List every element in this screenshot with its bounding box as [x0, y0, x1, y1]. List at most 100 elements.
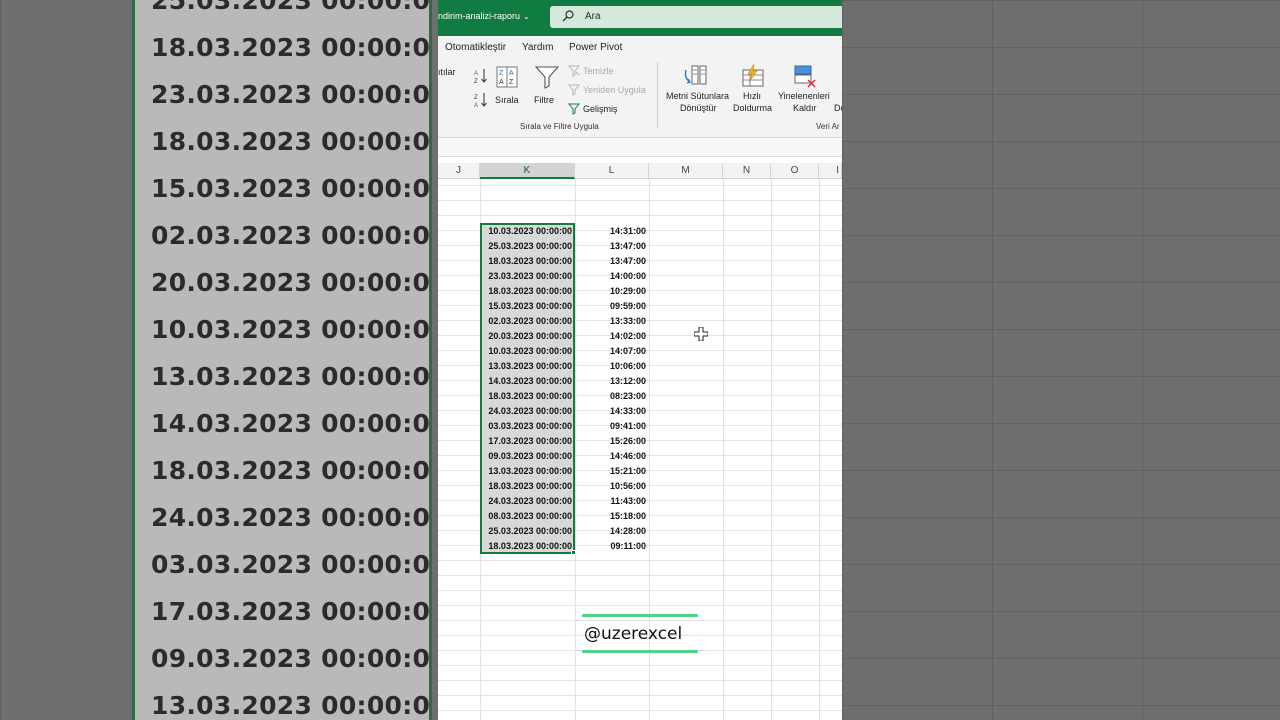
column-header-j[interactable]: J [438, 163, 480, 179]
cell-l[interactable]: 14:02:00 [576, 329, 648, 344]
cell-l[interactable]: 09:41:00 [576, 419, 648, 434]
cell-k[interactable]: 02.03.2023 00:00:00 [482, 314, 574, 329]
cell-k[interactable]: 10.03.2023 00:00:00 [482, 224, 574, 239]
watermark-bottom-bar [582, 650, 698, 653]
text-to-columns-label-1: Metni Sütunlara [666, 91, 730, 101]
background-left-panel: 25.03.2023 00:00:00 18.03.2023 00:00:00 … [0, 0, 438, 720]
cell-l[interactable]: 14:31:00 [576, 224, 648, 239]
sort-button[interactable]: Z A A Z Sırala [494, 64, 520, 106]
svg-text:Z: Z [474, 79, 478, 84]
cell-l[interactable]: 11:43:00 [576, 494, 648, 509]
svg-text:A: A [474, 71, 478, 77]
flash-fill-icon [742, 64, 764, 87]
cell-l[interactable]: 14:00:00 [576, 269, 648, 284]
svg-text:Z: Z [509, 79, 514, 86]
search-box[interactable]: Ara [550, 6, 842, 28]
cell-l[interactable]: 15:21:00 [576, 464, 648, 479]
cut-off-label-right: De [834, 103, 842, 113]
cell-k[interactable]: 25.03.2023 00:00:00 [482, 524, 574, 539]
cell-l[interactable]: 13:47:00 [576, 239, 648, 254]
cell-k[interactable]: 18.03.2023 00:00:00 [482, 479, 574, 494]
cell-l[interactable]: 10:56:00 [576, 479, 648, 494]
background-right-panel [842, 0, 1280, 720]
flash-fill-button[interactable]: Hızlı Doldurma [730, 63, 776, 115]
grid-line [771, 179, 772, 720]
search-icon [562, 10, 574, 22]
zoomed-cell: 17.03.2023 00:00:00 [151, 597, 432, 626]
zoomed-cell: 14.03.2023 00:00:00 [151, 409, 432, 438]
remove-duplicates-label-2: Kaldır [793, 103, 817, 113]
cell-k[interactable]: 03.03.2023 00:00:00 [482, 419, 574, 434]
flash-fill-label-2: Doldurma [733, 103, 773, 113]
cell-l[interactable]: 14:33:00 [576, 404, 648, 419]
tab-power-pivot[interactable]: Power Pivot [569, 42, 622, 53]
cell-k[interactable]: 18.03.2023 00:00:00 [482, 254, 574, 269]
file-name-dropdown[interactable]: ndirim-analizi-raporu ⌄ [438, 11, 530, 21]
column-header-n[interactable]: N [723, 163, 771, 179]
cell-l[interactable]: 09:11:00 [576, 539, 648, 554]
cell-l[interactable]: 09:59:00 [576, 299, 648, 314]
cell-k[interactable]: 13.03.2023 00:00:00 [482, 464, 574, 479]
zoomed-cell: 20.03.2023 00:00:00 [151, 268, 432, 297]
sort-descending-icon[interactable]: Z A [474, 92, 488, 108]
cell-l[interactable]: 10:29:00 [576, 284, 648, 299]
grid-line [819, 179, 820, 720]
cell-k[interactable]: 23.03.2023 00:00:00 [482, 269, 574, 284]
cell-l[interactable]: 14:28:00 [576, 524, 648, 539]
cell-k[interactable]: 10.03.2023 00:00:00 [482, 344, 574, 359]
cell-k[interactable]: 18.03.2023 00:00:00 [482, 284, 574, 299]
zoomed-column-k: 25.03.2023 00:00:00 18.03.2023 00:00:00 … [132, 0, 432, 720]
zoomed-cell: 13.03.2023 00:00:00 [151, 691, 432, 720]
cell-k[interactable]: 08.03.2023 00:00:00 [482, 509, 574, 524]
title-bar: ndirim-analizi-raporu ⌄ Ara [438, 0, 842, 36]
column-header-m[interactable]: M [649, 163, 723, 179]
sort-ascending-icon[interactable]: A Z [474, 68, 488, 84]
cell-k[interactable]: 24.03.2023 00:00:00 [482, 404, 574, 419]
column-header-l[interactable]: L [575, 163, 649, 179]
cell-k[interactable]: 09.03.2023 00:00:00 [482, 449, 574, 464]
cell-l[interactable]: 14:46:00 [576, 449, 648, 464]
cell-l[interactable]: 14:07:00 [576, 344, 648, 359]
cell-l[interactable]: 10:06:00 [576, 359, 648, 374]
filter-button[interactable]: Filtre [534, 64, 560, 106]
clear-button[interactable]: Temizle [583, 66, 614, 76]
column-header-p[interactable]: I [819, 163, 842, 179]
grid-line [723, 179, 724, 720]
column-header-k[interactable]: K [480, 163, 575, 179]
cell-k[interactable]: 18.03.2023 00:00:00 [482, 539, 574, 554]
cell-l[interactable]: 13:47:00 [576, 254, 648, 269]
zoomed-cell: 13.03.2023 00:00:00 [151, 362, 432, 391]
cell-k[interactable]: 25.03.2023 00:00:00 [482, 239, 574, 254]
ribbon-tabs: Otomatikleştir Yardım Power Pivot [438, 36, 842, 60]
cell-l[interactable]: 15:26:00 [576, 434, 648, 449]
column-header-o[interactable]: O [771, 163, 819, 179]
sort-label: Sırala [495, 95, 519, 105]
cell-l[interactable]: 13:33:00 [576, 314, 648, 329]
excel-window: ndirim-analizi-raporu ⌄ Ara Otomatikleşti… [438, 0, 842, 720]
svg-text:A: A [499, 79, 504, 86]
reapply-button[interactable]: Yeniden Uygula [583, 85, 646, 95]
cell-l[interactable]: 13:12:00 [576, 374, 648, 389]
cursor-cross-icon [694, 327, 708, 341]
tab-help[interactable]: Yardım [522, 42, 554, 53]
tab-automate[interactable]: Otomatikleştir [445, 42, 506, 53]
cell-k[interactable]: 15.03.2023 00:00:00 [482, 299, 574, 314]
remove-duplicates-button[interactable]: Yinelenenleri Kaldır [778, 63, 834, 115]
cell-k[interactable]: 18.03.2023 00:00:00 [482, 389, 574, 404]
cell-k[interactable]: 24.03.2023 00:00:00 [482, 494, 574, 509]
cell-k[interactable]: 20.03.2023 00:00:00 [482, 329, 574, 344]
cell-k[interactable]: 13.03.2023 00:00:00 [482, 359, 574, 374]
svg-text:A: A [474, 103, 478, 108]
watermark-text: @uzerexcel [584, 624, 683, 644]
cell-k[interactable]: 17.03.2023 00:00:00 [482, 434, 574, 449]
text-to-columns-button[interactable]: Metni Sütunlara Dönüştür [664, 63, 730, 115]
cut-off-label: ıtılar [438, 67, 456, 77]
zoomed-cell: 02.03.2023 00:00:00 [151, 221, 432, 250]
advanced-button[interactable]: Gelişmiş [583, 104, 618, 114]
cell-l[interactable]: 15:18:00 [576, 509, 648, 524]
formula-bar[interactable] [438, 139, 842, 157]
svg-text:Z: Z [499, 70, 504, 77]
cell-k[interactable]: 14.03.2023 00:00:00 [482, 374, 574, 389]
zoomed-cell: 18.03.2023 00:00:00 [151, 33, 432, 62]
cell-l[interactable]: 08:23:00 [576, 389, 648, 404]
